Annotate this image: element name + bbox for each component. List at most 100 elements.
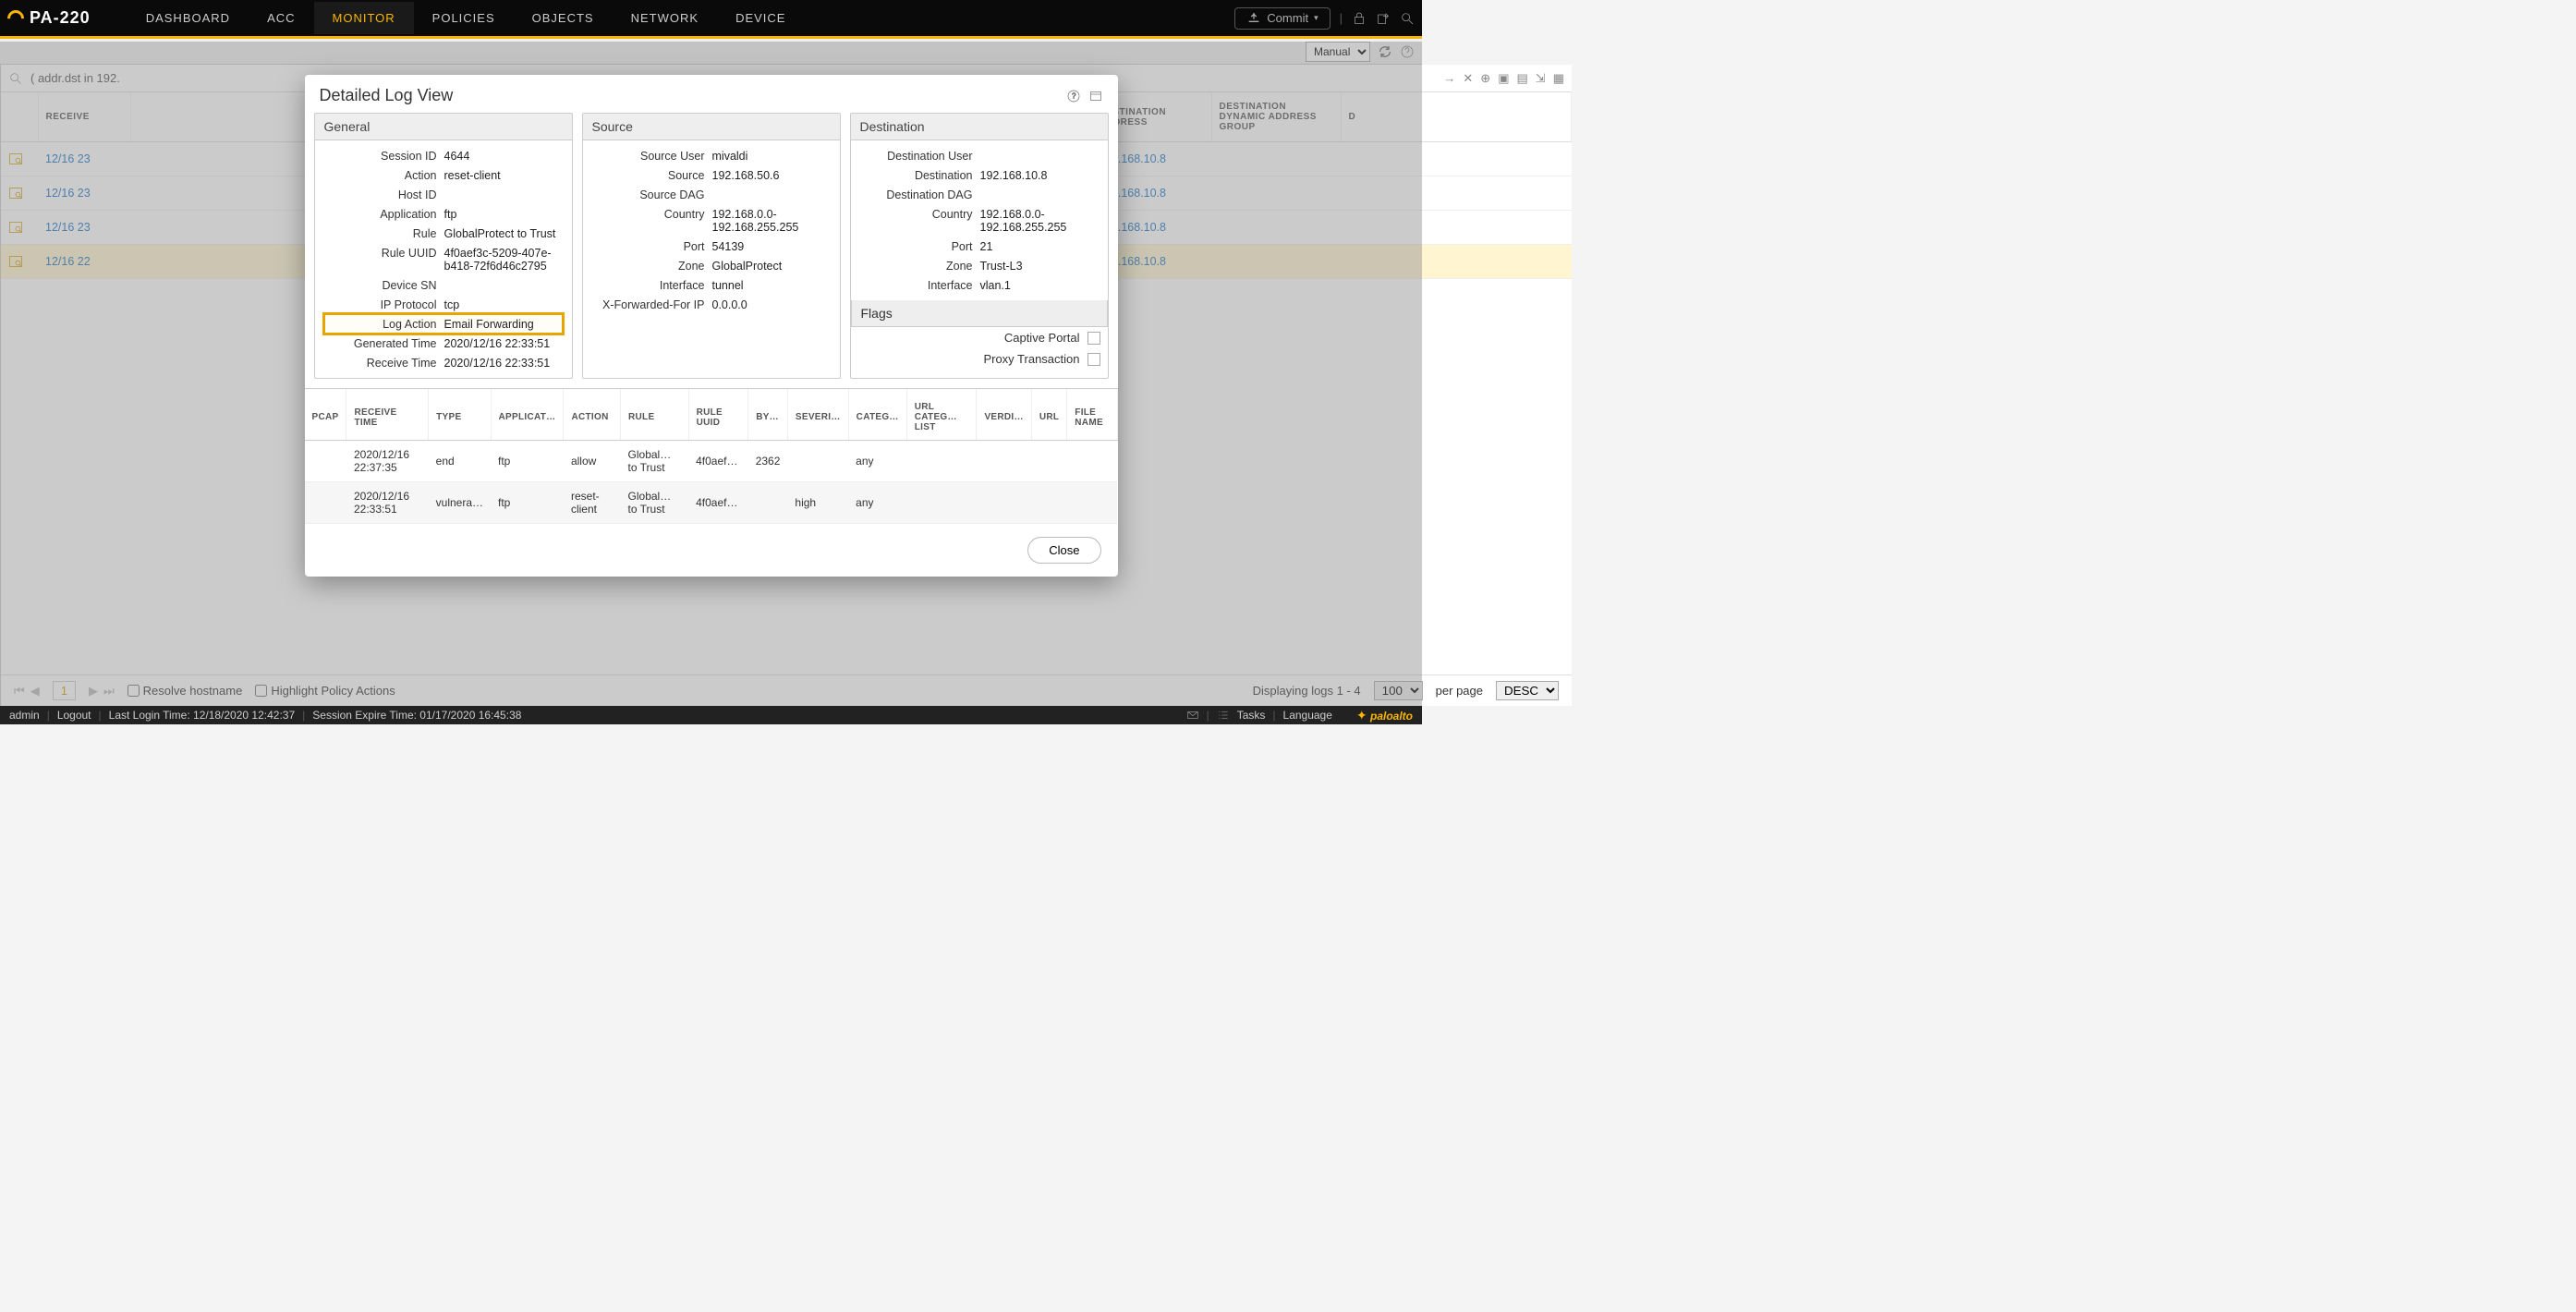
flag-captive-portal: Captive Portal [851,327,1108,348]
per-page-label: per page [1436,684,1483,698]
close-button[interactable]: Close [1027,537,1100,564]
nav-dashboard[interactable]: DASHBOARD [128,2,249,34]
status-language[interactable]: Language [1283,709,1332,722]
kv-x-forwarded-for-ip: X-Forwarded-For IP0.0.0.0 [592,295,831,314]
query-apply-icon[interactable]: → [1443,71,1455,86]
kv-log-action: Log ActionEmail Forwarding [324,314,563,334]
kv-application: Applicationftp [324,204,563,224]
dt-col[interactable]: VERDI… [977,389,1031,441]
nav-objects[interactable]: OBJECTS [514,2,613,34]
detail-table-wrap[interactable]: PCAPRECEIVE TIMETYPEAPPLICAT…ACTIONRULER… [305,388,1118,524]
query-settings-icon[interactable]: ▦ [1553,71,1564,86]
top-nav: DASHBOARD ACC MONITOR POLICIES OBJECTS N… [128,2,805,34]
config-lock-icon[interactable] [1352,11,1367,26]
kv-host-id: Host ID [324,185,563,204]
panel-source-title: Source [583,114,840,140]
panel-general: General Session ID4644Actionreset-client… [314,113,573,379]
kv-source-dag: Source DAG [592,185,831,204]
query-add-icon[interactable]: ⊕ [1480,71,1490,86]
panel-source: Source Source UsermivaldiSource192.168.5… [582,113,841,379]
status-bar: admin| Logout| Last Login Time: 12/18/20… [0,706,1422,724]
mail-icon[interactable] [1186,709,1199,722]
dt-col[interactable]: RULE UUID [688,389,748,441]
search-icon[interactable] [1400,11,1415,26]
kv-generated-time: Generated Time2020/12/16 22:33:51 [324,334,563,353]
status-user: admin [9,709,40,722]
kv-zone: ZoneGlobalProtect [592,256,831,275]
svg-text:?: ? [1072,91,1076,100]
dt-col[interactable]: ACTION [564,389,621,441]
query-export-icon[interactable]: ⇲ [1536,71,1546,86]
kv-port: Port21 [860,237,1099,256]
nav-network[interactable]: NETWORK [613,2,717,34]
dt-col[interactable]: RULE [621,389,689,441]
kv-receive-time: Receive Time2020/12/16 22:33:51 [324,353,563,372]
top-bar: PA-220 DASHBOARD ACC MONITOR POLICIES OB… [0,0,1422,39]
checkbox-icon[interactable] [1088,332,1100,345]
modal-title: Detailed Log View [320,86,1059,105]
kv-session-id: Session ID4644 [324,146,563,165]
dt-col[interactable]: CATEG… [848,389,906,441]
kv-destination: Destination192.168.10.8 [860,165,1099,185]
config-export-icon[interactable] [1376,11,1391,26]
kv-rule: RuleGlobalProtect to Trust [324,224,563,243]
flag-proxy-transaction: Proxy Transaction [851,348,1108,370]
query-load-icon[interactable]: ▤ [1517,71,1528,86]
dt-col[interactable]: URL [1031,389,1066,441]
status-last-login: Last Login Time: 12/18/2020 12:42:37 [109,709,296,722]
kv-interface: Interfacevlan.1 [860,275,1099,295]
help-icon[interactable]: ? [1066,89,1081,103]
nav-monitor[interactable]: MONITOR [314,2,414,34]
commit-icon [1246,11,1261,26]
status-tasks[interactable]: Tasks [1237,709,1266,722]
kv-source: Source192.168.50.6 [592,165,831,185]
kv-device-sn: Device SN [324,275,563,295]
logo: PA-220 [7,8,91,28]
status-logout[interactable]: Logout [57,709,91,722]
detail-table: PCAPRECEIVE TIMETYPEAPPLICAT…ACTIONRULER… [305,389,1118,524]
kv-interface: Interfacetunnel [592,275,831,295]
checkbox-icon[interactable] [1088,353,1100,366]
dt-col[interactable]: SEVERI… [787,389,848,441]
dt-col[interactable]: URL CATEG… LIST [906,389,977,441]
kv-rule-uuid: Rule UUID4f0aef3c-5209-407e-b418-72f6d46… [324,243,563,275]
kv-zone: ZoneTrust-L3 [860,256,1099,275]
dt-col[interactable]: PCAP [305,389,346,441]
panel-destination: Destination Destination UserDestination1… [850,113,1109,379]
detail-row[interactable]: 2020/12/16 22:33:51vulnera…ftpreset-clie… [305,482,1118,524]
tasks-icon[interactable] [1217,709,1230,722]
nav-acc[interactable]: ACC [249,2,313,34]
kv-country: Country192.168.0.0-192.168.255.255 [592,204,831,237]
window-icon[interactable] [1088,89,1103,103]
kv-destination-user: Destination User [860,146,1099,165]
detail-row[interactable]: 2020/12/16 22:37:35endftpallowGlobal… to… [305,441,1118,482]
dt-col[interactable]: BY… [748,389,788,441]
caret-down-icon: ▾ [1314,13,1318,23]
commit-button[interactable]: Commit ▾ [1234,7,1330,30]
sort-select[interactable]: DESC [1496,681,1559,700]
nav-device[interactable]: DEVICE [717,2,804,34]
vendor-logo: ✦ paloalto [1356,708,1413,723]
logo-text: PA-220 [30,8,91,28]
query-clear-icon[interactable]: ✕ [1463,71,1473,86]
status-session-expire: Session Expire Time: 01/17/2020 16:45:38 [312,709,521,722]
kv-action: Actionreset-client [324,165,563,185]
dt-col[interactable]: RECEIVE TIME [346,389,429,441]
panel-flags-title: Flags [851,300,1108,327]
kv-source-user: Source Usermivaldi [592,146,831,165]
panel-general-title: General [315,114,572,140]
logo-mark-icon [4,6,27,30]
kv-port: Port54139 [592,237,831,256]
query-save-icon[interactable]: ▣ [1498,71,1509,86]
detailed-log-view-modal: Detailed Log View ? General Session ID46… [305,75,1118,577]
dt-col[interactable]: APPLICAT… [491,389,564,441]
kv-destination-dag: Destination DAG [860,185,1099,204]
nav-policies[interactable]: POLICIES [414,2,514,34]
kv-ip-protocol: IP Protocoltcp [324,295,563,314]
commit-label: Commit [1267,11,1308,25]
kv-country: Country192.168.0.0-192.168.255.255 [860,204,1099,237]
panel-destination-title: Destination [851,114,1108,140]
dt-col[interactable]: TYPE [429,389,491,441]
dt-col[interactable]: FILE NAME [1067,389,1117,441]
modal-overlay[interactable]: Detailed Log View ? General Session ID46… [0,42,1422,706]
